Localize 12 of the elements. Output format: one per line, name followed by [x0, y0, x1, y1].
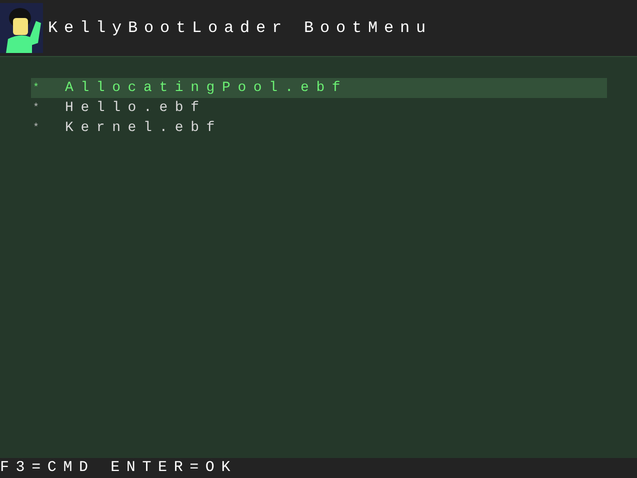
key-hint: F3=CMD ENTER=OK: [0, 458, 238, 478]
bullet: *: [32, 102, 40, 116]
window-title: KellyBootLoader BootMenu: [48, 18, 432, 39]
bullet: *: [32, 122, 40, 136]
avatar-icon: [0, 3, 43, 53]
menu-item[interactable]: * AllocatingPool.ebf: [31, 78, 607, 98]
bullet: *: [32, 82, 40, 96]
file-name: Kernel.ebf: [65, 118, 222, 138]
menu-item[interactable]: * Hello.ebf: [31, 98, 607, 118]
file-name: AllocatingPool.ebf: [65, 78, 348, 98]
menu-item[interactable]: * Kernel.ebf: [31, 118, 607, 138]
file-name: Hello.ebf: [65, 98, 206, 118]
